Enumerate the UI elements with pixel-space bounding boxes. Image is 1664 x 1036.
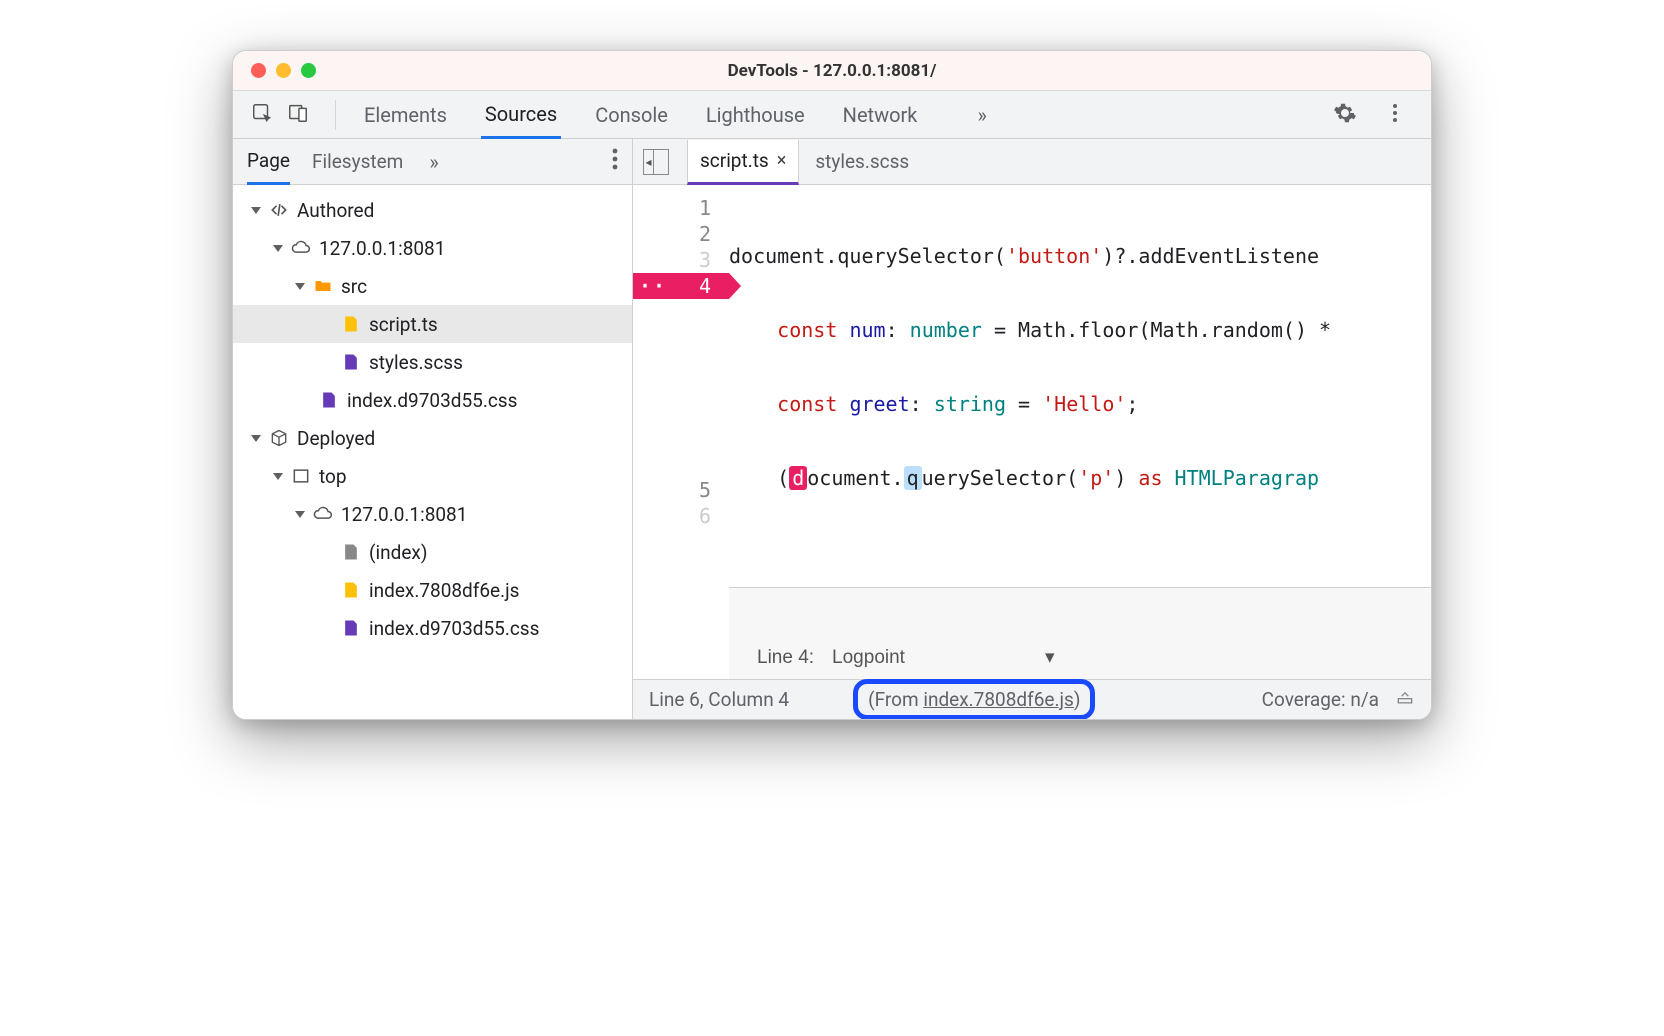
tabs-overflow-icon[interactable]: » (977, 103, 986, 127)
file-tab-label: styles.scss (815, 150, 909, 173)
token-highlight-icon: q (904, 466, 922, 490)
tree-label: index.d9703d55.css (369, 617, 539, 640)
source-map-origin[interactable]: (From index.7808df6e.js) (853, 679, 1095, 720)
tree-label: src (341, 275, 367, 298)
device-toolbar-icon[interactable] (287, 102, 309, 128)
js-file-icon (341, 314, 361, 334)
tree-file-index-css-2[interactable]: index.d9703d55.css (233, 609, 632, 647)
logpoint-line-label: Line 4: (757, 647, 814, 669)
navigator-sidebar: Page Filesystem » Authored (233, 139, 633, 719)
tree-deployed[interactable]: Deployed (233, 419, 632, 457)
chevron-down-icon (251, 207, 261, 214)
file-tab-label: script.ts (700, 149, 769, 172)
status-bar: Line 6, Column 4 (From index.7808df6e.js… (633, 679, 1431, 719)
tree-label: index.d9703d55.css (347, 389, 517, 412)
line-number[interactable]: 3 (633, 247, 711, 273)
tab-console[interactable]: Console (591, 93, 672, 137)
chevron-down-icon: ▾ (1045, 646, 1055, 669)
line-number[interactable]: 6 (633, 503, 711, 529)
dropdown-value: Logpoint (832, 647, 905, 669)
sidebar-tab-filesystem[interactable]: Filesystem (312, 140, 403, 183)
tree-file-index-js[interactable]: index.7808df6e.js (233, 571, 632, 609)
toggle-navigator-icon[interactable]: ◂ (643, 149, 669, 175)
js-file-icon (341, 580, 361, 600)
tree-host-authored[interactable]: 127.0.0.1:8081 (233, 229, 632, 267)
tree-host-deployed[interactable]: 127.0.0.1:8081 (233, 495, 632, 533)
window-title: DevTools - 127.0.0.1:8081/ (233, 61, 1431, 81)
cloud-icon (291, 238, 311, 258)
titlebar: DevTools - 127.0.0.1:8081/ (233, 51, 1431, 91)
close-window-button[interactable] (251, 63, 266, 78)
css-file-icon (341, 618, 361, 638)
tree-top[interactable]: top (233, 457, 632, 495)
tree-folder-src[interactable]: src (233, 267, 632, 305)
tree-label: 127.0.0.1:8081 (319, 237, 445, 260)
tab-elements[interactable]: Elements (360, 93, 451, 137)
file-icon (341, 542, 361, 562)
breakpoint-token-icon: d (789, 466, 807, 490)
tree-label: (index) (369, 541, 427, 564)
inspect-element-icon[interactable] (251, 102, 273, 128)
cloud-icon (313, 504, 333, 524)
cube-icon (269, 428, 289, 448)
chevron-down-icon (251, 435, 261, 442)
tree-label: Authored (297, 199, 374, 222)
tree-label: Deployed (297, 427, 375, 450)
source-map-file-link[interactable]: index.7808df6e.js (923, 688, 1074, 711)
logpoint-marker[interactable]: 4 (633, 273, 729, 299)
file-tab-script-ts[interactable]: script.ts × (687, 140, 799, 185)
chevron-down-icon (273, 245, 283, 252)
line-number[interactable]: 2 (633, 221, 711, 247)
minimize-window-button[interactable] (276, 63, 291, 78)
line-gutter[interactable]: 1 2 3 4 5 6 (633, 185, 729, 679)
tree-label: styles.scss (369, 351, 463, 374)
close-tab-icon[interactable]: × (777, 150, 787, 171)
tab-network[interactable]: Network (839, 93, 922, 137)
coverage-status: Coverage: n/a (1262, 688, 1379, 711)
tab-sources[interactable]: Sources (481, 92, 561, 139)
cursor-position: Line 6, Column 4 (649, 688, 789, 711)
chevron-down-icon (273, 473, 283, 480)
tree-label: top (319, 465, 347, 488)
show-drawer-icon[interactable] (1395, 687, 1415, 712)
tree-file-styles-scss[interactable]: styles.scss (233, 343, 632, 381)
code-lines[interactable]: document.querySelector('button')?.addEve… (729, 185, 1431, 679)
tree-file-index[interactable]: (index) (233, 533, 632, 571)
divider (335, 100, 336, 130)
traffic-lights (233, 63, 316, 78)
tree-file-index-css-1[interactable]: index.d9703d55.css (233, 381, 632, 419)
folder-icon (313, 276, 333, 296)
tree-label: index.7808df6e.js (369, 579, 520, 602)
kebab-menu-icon[interactable] (1383, 101, 1407, 129)
file-tab-bar: ◂ script.ts × styles.scss (633, 139, 1431, 185)
frame-icon (291, 466, 311, 486)
maximize-window-button[interactable] (301, 63, 316, 78)
tree-label: script.ts (369, 313, 438, 336)
sidebar-tab-page[interactable]: Page (247, 139, 290, 185)
tab-lighthouse[interactable]: Lighthouse (702, 93, 809, 137)
file-tab-styles-scss[interactable]: styles.scss (803, 139, 921, 184)
chevron-down-icon (295, 283, 305, 290)
sidebar-tabs-overflow-icon[interactable]: » (429, 150, 438, 174)
chevron-down-icon (295, 511, 305, 518)
css-file-icon (319, 390, 339, 410)
logpoint-editor: Line 4: Logpoint ▾ "Your number is ", e … (729, 587, 1431, 679)
tree-file-script-ts[interactable]: script.ts (233, 305, 632, 343)
code-editor[interactable]: 1 2 3 4 5 6 document.querySelector('butt… (633, 185, 1431, 679)
devtools-window: DevTools - 127.0.0.1:8081/ Elements Sour… (232, 50, 1432, 720)
file-tree: Authored 127.0.0.1:8081 src (233, 185, 632, 719)
main-toolbar: Elements Sources Console Lighthouse Netw… (233, 91, 1431, 139)
line-number[interactable]: 1 (633, 195, 711, 221)
tree-authored[interactable]: Authored (233, 191, 632, 229)
editor-panel: ◂ script.ts × styles.scss 1 2 3 4 5 (633, 139, 1431, 719)
settings-gear-icon[interactable] (1333, 101, 1357, 129)
line-number[interactable]: 5 (633, 477, 711, 503)
sidebar-kebab-icon[interactable] (612, 148, 618, 176)
tree-label: 127.0.0.1:8081 (341, 503, 467, 526)
breakpoint-type-dropdown[interactable]: Logpoint ▾ (832, 646, 1054, 669)
code-icon (269, 200, 289, 220)
css-file-icon (341, 352, 361, 372)
